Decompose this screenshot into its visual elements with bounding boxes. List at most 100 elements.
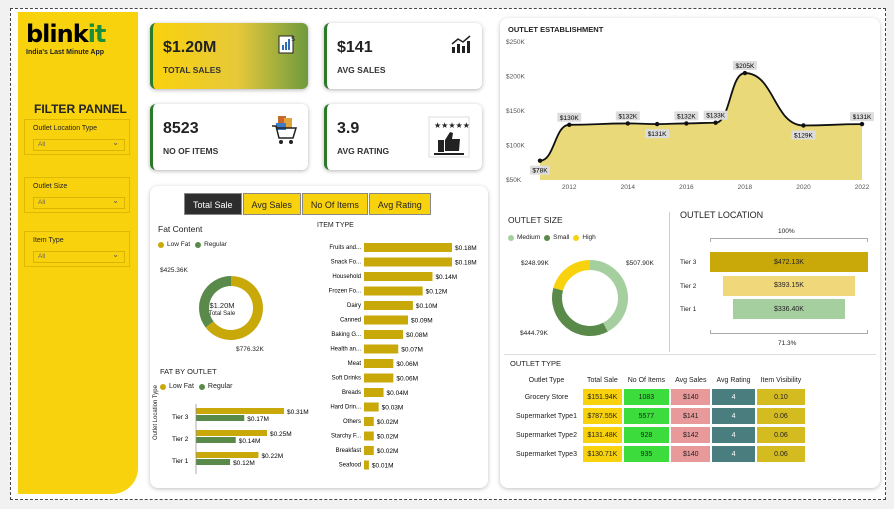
legend-label: Small (553, 234, 570, 241)
kpi-value: $1.20M (163, 39, 217, 56)
funnel-bracket (710, 238, 868, 242)
funnel-bottom-pct: 71.3% (778, 340, 797, 347)
category-label: Household (332, 274, 361, 280)
table-cell: 0.10 (756, 389, 806, 405)
data-label: $0.02M (377, 448, 399, 455)
table-cell: $141 (671, 408, 711, 424)
column-header: Item Visibility (760, 377, 802, 384)
filter-outlet-size: Outlet Size All ⌄ (24, 177, 130, 213)
trend-up-icon (451, 35, 471, 53)
tab-no-of-items[interactable]: No Of Items (301, 193, 368, 215)
category-label: Fruits and... (329, 245, 361, 251)
filter-label: Item Type (33, 237, 64, 244)
table-cell: 0.06 (756, 446, 806, 462)
data-label: $0.25M (270, 431, 292, 438)
legend-label: Regular (207, 383, 233, 390)
item-bar (364, 460, 369, 470)
table-row: Supermarket Type2 $131.48K 928 $142 4 0.06 (512, 427, 806, 443)
item-type-select[interactable]: All ⌄ (33, 250, 125, 263)
bar-regular (196, 415, 245, 421)
category-label: Soft Drinks (332, 376, 361, 382)
bar-low-fat (196, 408, 284, 414)
data-label: $0.09M (411, 318, 433, 325)
table-cell: 4 (712, 408, 755, 424)
chevron-down-icon: ⌄ (112, 196, 119, 205)
data-label: $0.06M (396, 361, 418, 368)
svg-text:★★★★★: ★★★★★ (434, 121, 470, 130)
data-label: $0.12M (233, 460, 255, 467)
chevron-down-icon: ⌄ (112, 138, 119, 147)
shopping-cart-icon (272, 116, 298, 144)
item-bar (364, 257, 452, 267)
tab-avg-sales[interactable]: Avg Sales (242, 193, 301, 215)
category-label: Tier 3 (172, 414, 189, 421)
data-label: $507.90K (626, 260, 654, 267)
item-bar (364, 315, 408, 325)
table-cell: 935 (623, 446, 670, 462)
table-cell: $130.71K (582, 446, 622, 462)
data-label: $776.32K (236, 346, 264, 353)
legend-swatch (195, 241, 202, 248)
category-label: Baking G... (331, 332, 361, 338)
legend-label: Low Fat (167, 241, 191, 248)
sales-receipt-icon: $ (278, 35, 295, 54)
outlet-establishment-chart: $250K $200K $150K $100K $50K $78K $130K $132K $1… (506, 39, 874, 191)
bar-regular (196, 459, 231, 465)
category-label: Others (343, 419, 361, 425)
kpi-label: NO OF ITEMS (163, 146, 219, 156)
item-bar (364, 286, 423, 296)
item-bar (364, 417, 374, 426)
item-bar (364, 301, 413, 310)
legend-swatch (508, 234, 514, 241)
y-tick-label: $250K (506, 39, 525, 46)
item-bar (364, 344, 399, 354)
data-label: $0.18M (455, 245, 477, 252)
outlet-location-select[interactable]: All ⌄ (33, 138, 125, 151)
item-bar (364, 388, 384, 397)
filter-label: Outlet Location Type (33, 125, 98, 132)
outlet-size-select[interactable]: All ⌄ (33, 196, 125, 209)
thumbs-up-rating-icon: ★★★★★ (428, 116, 470, 158)
item-bar (364, 272, 433, 281)
category-label: Meat (348, 361, 362, 367)
item-type-chart: Fruits and... $0.18M Snack Fo... $0.18M Hous… (329, 243, 477, 470)
column-header: Avg Sales (675, 377, 707, 384)
fat-by-outlet-legend: Low Fat Regular (160, 383, 232, 390)
category-label: Hard Drin... (330, 405, 361, 411)
x-tick-label: 2020 (796, 184, 811, 191)
data-label: $248.99K (521, 260, 549, 267)
data-label: $0.03M (382, 405, 404, 412)
donut-center-label: Total Sale (208, 311, 236, 317)
x-tick-label: 2016 (679, 184, 694, 191)
donut-slice (552, 287, 608, 336)
table-cell: $151.94K (582, 389, 622, 405)
kpi-value: $141 (337, 39, 373, 56)
table-cell: 0.06 (756, 408, 806, 424)
data-label: $0.31M (287, 409, 309, 416)
item-bar (364, 330, 404, 339)
funnel-bar: $336.40K (732, 299, 846, 319)
outlet-establishment-title: OUTLET ESTABLISHMENT (508, 25, 604, 34)
column-header: No Of Items (627, 377, 666, 384)
y-axis-label: Outlet Location Type (153, 385, 159, 440)
data-label: $0.01M (372, 463, 394, 470)
data-point (654, 121, 660, 127)
category-label: Tier 2 (172, 436, 189, 443)
bar-regular (196, 437, 236, 443)
fat-content-title: Fat Content (158, 224, 203, 234)
column-header: Outlet Type (528, 377, 565, 384)
kpi-avg-rating: 3.9 AVG RATING ★★★★★ (324, 104, 482, 170)
table-row: Supermarket Type1 $787.55K 5577 $141 4 0.06 (512, 408, 806, 424)
funnel-bar: $472.13K (710, 252, 868, 272)
item-bar (364, 359, 394, 368)
kpi-value: 3.9 (337, 120, 360, 137)
outlet-type-table: Outlet Type Total Sale No Of Items Avg Sale… (510, 372, 807, 465)
donut-slice (553, 260, 591, 291)
tab-avg-rating[interactable]: Avg Rating (368, 193, 431, 215)
table-cell: 4 (712, 427, 755, 443)
tab-total-sale[interactable]: Total Sale (184, 193, 242, 215)
table-cell: $131.48K (582, 427, 622, 443)
donut-center-value: $1.20M (209, 301, 235, 310)
data-label: $205K (736, 63, 755, 70)
y-tick-label: $150K (506, 108, 525, 115)
